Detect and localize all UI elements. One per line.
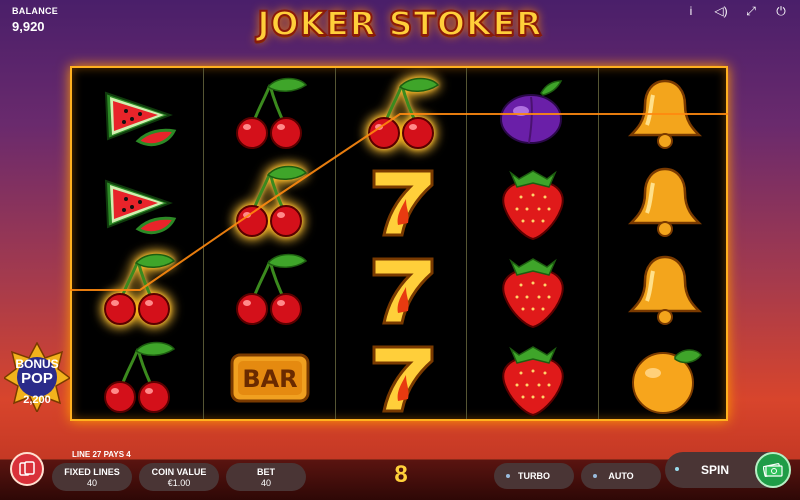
coin-value-value: €1.00: [167, 478, 191, 488]
watermelon-icon: [104, 91, 176, 147]
fixed-lines-value: 40: [86, 478, 97, 488]
cherry-icon: [103, 253, 175, 325]
seven-icon: [372, 257, 433, 325]
cherry-icon: [235, 253, 307, 325]
game-logo: JOKER STOKER: [256, 3, 543, 44]
top-icon-bar: i ◁) ⤢ ⏻: [684, 4, 788, 18]
cherry-symbol: [204, 246, 335, 334]
bell-symbol: [599, 158, 730, 246]
bell-symbol: [599, 246, 730, 334]
bar-icon: BAR: [230, 353, 309, 403]
turbo-label: TURBO: [518, 471, 550, 481]
fixed-lines-control[interactable]: FIXED LINES 40: [52, 463, 132, 491]
seven-symbol: [336, 246, 467, 334]
coin-value-label: COIN VALUE: [151, 467, 207, 477]
reel-1: [72, 68, 203, 419]
info-icon[interactable]: i: [684, 4, 698, 18]
auto-label: AUTO: [608, 471, 634, 481]
bonus-pop-line1: BONUS: [15, 357, 59, 371]
reel-grid: BAR: [70, 66, 728, 421]
lines-count: 8: [394, 461, 408, 488]
spin-indicator: [675, 467, 679, 471]
strawberry-symbol: [467, 334, 598, 422]
bonus-pop-line2: POP: [21, 370, 53, 387]
turbo-toggle[interactable]: TURBO: [494, 463, 574, 489]
turbo-indicator: [506, 474, 510, 478]
reel-4: [466, 68, 597, 419]
bonus-pop-badge: BONUS POP 2,200: [2, 341, 72, 414]
bet-control[interactable]: BET 40: [226, 463, 306, 491]
reel-5: [598, 68, 729, 419]
strawberry-icon: [501, 258, 564, 329]
reel-3: [335, 68, 466, 419]
bet-value: 40: [260, 478, 271, 488]
seven-icon: [372, 169, 433, 237]
orange-icon: [631, 349, 702, 414]
bonus-pop-amount: 2,200: [23, 394, 51, 406]
menu-button[interactable]: [10, 452, 44, 486]
cherry-icon: [103, 341, 175, 413]
cards-icon: [19, 461, 35, 476]
spin-label: SPIN: [701, 463, 730, 477]
watermelon-symbol: [72, 158, 203, 246]
auto-toggle[interactable]: AUTO: [581, 463, 661, 489]
spin-button[interactable]: SPIN: [665, 452, 791, 488]
auto-indicator: [593, 474, 597, 478]
bell-icon: [627, 255, 702, 325]
money-icon: [763, 463, 783, 477]
seven-symbol: [336, 158, 467, 246]
bar-symbol: BAR: [204, 334, 335, 422]
plum-icon: [499, 80, 562, 144]
spin-circle[interactable]: [755, 452, 791, 488]
orange-symbol: [599, 334, 730, 422]
plum-symbol: [467, 70, 598, 158]
strawberry-icon: [501, 170, 564, 241]
watermelon-icon: [104, 179, 176, 235]
cherry-icon: [367, 77, 439, 149]
reel-2: BAR: [203, 68, 334, 419]
cherry-symbol: [72, 334, 203, 422]
bet-label: BET: [257, 467, 275, 477]
seven-symbol: [336, 334, 467, 422]
cherry-symbol: [72, 246, 203, 334]
sound-icon[interactable]: ◁): [714, 4, 728, 18]
cherry-symbol: [336, 70, 467, 158]
bell-icon: [627, 167, 702, 237]
fullscreen-icon[interactable]: ⤢: [744, 4, 758, 18]
win-line-info: LINE 27 PAYS 4: [72, 450, 131, 459]
watermelon-symbol: [72, 70, 203, 158]
cherry-symbol: [204, 158, 335, 246]
cherry-icon: [235, 165, 307, 237]
cherry-icon: [235, 77, 307, 149]
bar-symbol-text: BAR: [242, 365, 297, 393]
strawberry-icon: [501, 346, 564, 417]
strawberry-symbol: [467, 246, 598, 334]
power-icon[interactable]: ⏻: [774, 4, 788, 18]
coin-value-control[interactable]: COIN VALUE €1.00: [139, 463, 219, 491]
seven-icon: [372, 345, 433, 413]
fixed-lines-label: FIXED LINES: [64, 467, 120, 477]
bell-icon: [627, 79, 702, 149]
cherry-symbol: [204, 70, 335, 158]
bell-symbol: [599, 70, 730, 158]
strawberry-symbol: [467, 158, 598, 246]
